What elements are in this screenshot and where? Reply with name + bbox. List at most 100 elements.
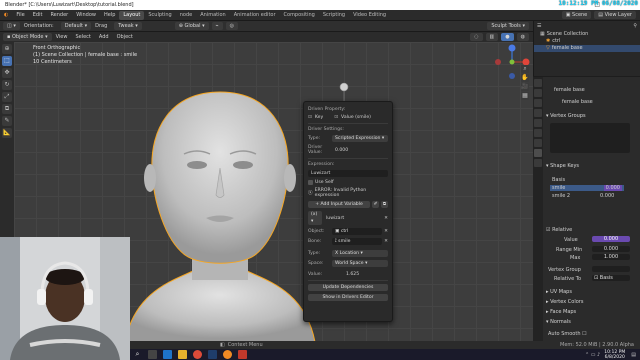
photoshop-icon[interactable] bbox=[208, 350, 217, 359]
tab-layout[interactable]: Layout bbox=[119, 11, 145, 20]
auto-smooth-checkbox[interactable]: Auto Smooth ☐ bbox=[548, 331, 587, 337]
tab-sculpting[interactable]: Sculpting bbox=[144, 11, 175, 20]
relative-checkbox[interactable]: ☑ Relative bbox=[546, 227, 572, 233]
expression-input[interactable]: Luwizart bbox=[308, 170, 388, 177]
snap-icon[interactable]: ⌁ bbox=[211, 22, 223, 30]
space-dropdown[interactable]: World Space ▾ bbox=[332, 260, 388, 267]
scene-tab-icon[interactable] bbox=[534, 109, 542, 117]
search-icon[interactable]: ⌕ bbox=[133, 350, 142, 359]
relative-to-field[interactable]: ⊡ Basis bbox=[592, 275, 630, 281]
scale-icon[interactable]: ⤢ bbox=[2, 92, 12, 102]
overlay-icon[interactable]: ◌ bbox=[470, 33, 483, 41]
menu-add[interactable]: Add bbox=[95, 32, 113, 43]
driver-type-dropdown[interactable]: Scripted Expression ▾ bbox=[332, 135, 388, 142]
shape-key-row-smile2[interactable]: smile 2 0.000 bbox=[552, 193, 614, 199]
remove-variable-icon[interactable]: ✕ bbox=[384, 216, 388, 221]
object-tab-icon[interactable] bbox=[534, 129, 542, 137]
shape-key-row-basis[interactable]: Basis bbox=[552, 177, 565, 183]
shape-key-row-smile[interactable]: smile 0.000 bbox=[550, 185, 624, 191]
gizmo-z-icon[interactable] bbox=[508, 44, 516, 52]
orientation-dropdown[interactable]: Default ▾ bbox=[60, 22, 92, 30]
properties-mesh-name[interactable]: female base bbox=[562, 99, 593, 105]
tab-node[interactable]: node bbox=[176, 11, 196, 20]
output-tab-icon[interactable] bbox=[534, 99, 542, 107]
zoom-icon[interactable]: ⌕ bbox=[521, 65, 529, 73]
face-maps-header[interactable]: ▸ Face Maps bbox=[546, 309, 576, 315]
add-input-variable-button[interactable]: + Add Input Variable bbox=[308, 201, 370, 208]
variable-name[interactable]: luwizart bbox=[322, 216, 384, 221]
mode-dropdown[interactable]: ▪ Object Mode ▾ bbox=[3, 33, 52, 41]
view-layer-selector[interactable]: ▤ View Layer bbox=[594, 11, 636, 19]
notifications-icon[interactable]: ▤ bbox=[631, 352, 636, 358]
blender-logo-icon[interactable]: ◐ bbox=[0, 10, 12, 21]
object-field[interactable]: ▣ ctrl bbox=[332, 228, 383, 235]
cursor-icon[interactable]: ⊕ bbox=[2, 44, 12, 54]
outliner-root[interactable]: Scene Collection bbox=[547, 31, 589, 38]
drag-dropdown[interactable]: Tweak ▾ bbox=[114, 22, 142, 30]
modifier-tab-icon[interactable] bbox=[534, 139, 542, 147]
filter-icon[interactable]: ⚲ bbox=[633, 23, 637, 29]
proportional-icon[interactable]: ◎ bbox=[225, 22, 238, 30]
outliner-editor-icon[interactable]: ☰ bbox=[537, 23, 541, 29]
editor-type-button[interactable]: ◫ ▾ bbox=[3, 22, 20, 30]
gizmo-y-icon[interactable] bbox=[509, 59, 515, 65]
copy-icon[interactable]: ⧉ bbox=[381, 201, 388, 208]
vertex-groups-list[interactable] bbox=[550, 123, 630, 153]
world-tab-icon[interactable] bbox=[534, 119, 542, 127]
update-dependencies-button[interactable]: Update Dependencies bbox=[308, 284, 388, 291]
transform-icon[interactable]: ⧉ bbox=[2, 104, 12, 114]
show-in-drivers-editor-button[interactable]: Show in Drivers Editor bbox=[308, 294, 388, 301]
vertex-groups-header[interactable]: ▾ Vertex Groups bbox=[546, 113, 586, 119]
menu-window[interactable]: Window bbox=[72, 10, 100, 21]
taskbar-clock[interactable]: 10:12 PM 6/8/2020 bbox=[604, 350, 625, 360]
menu-object[interactable]: Object bbox=[113, 32, 137, 43]
render-tab-icon[interactable] bbox=[534, 89, 542, 97]
xray-icon[interactable]: ▥ bbox=[485, 33, 499, 41]
menu-edit[interactable]: Edit bbox=[29, 10, 47, 21]
menu-view[interactable]: View bbox=[52, 32, 72, 43]
transform-type-dropdown[interactable]: X Location ▾ bbox=[332, 250, 388, 257]
move-icon[interactable]: ✥ bbox=[2, 68, 12, 78]
sculpt-tools-dropdown[interactable]: Sculpt Tools ▾ bbox=[487, 22, 529, 30]
max-field[interactable]: 1.000 bbox=[592, 254, 630, 260]
data-tab-icon[interactable] bbox=[534, 149, 542, 157]
rotate-icon[interactable]: ↻ bbox=[2, 80, 12, 90]
task-view-icon[interactable] bbox=[148, 350, 157, 359]
menu-select[interactable]: Select bbox=[71, 32, 94, 43]
shape-keys-header[interactable]: ▾ Shape Keys bbox=[546, 163, 579, 169]
range-min-field[interactable]: 0.000 bbox=[592, 246, 630, 252]
ctrl-bone-handle[interactable] bbox=[338, 82, 350, 102]
uv-maps-header[interactable]: ▸ UV Maps bbox=[546, 289, 572, 295]
tab-scripting[interactable]: Scripting bbox=[319, 11, 349, 20]
shading-solid-icon[interactable]: ● bbox=[501, 33, 514, 41]
transform-space-dropdown[interactable]: ⊕ Global ▾ bbox=[174, 22, 209, 30]
bone-field[interactable]: ⟟ smile bbox=[332, 238, 383, 245]
file-explorer-icon[interactable] bbox=[178, 350, 187, 359]
menu-help[interactable]: Help bbox=[100, 10, 119, 21]
gizmo-negx-icon[interactable] bbox=[495, 59, 501, 65]
tray-icons[interactable]: ⌃ ▭ ♪ bbox=[585, 352, 600, 358]
grid-icon[interactable]: ▦ bbox=[521, 92, 529, 100]
clear-object-icon[interactable]: ✕ bbox=[384, 229, 388, 234]
pan-icon[interactable]: ✋ bbox=[521, 74, 529, 82]
edge-icon[interactable] bbox=[163, 350, 172, 359]
variable-type-dropdown[interactable]: (x) ▾ bbox=[308, 211, 322, 225]
scene-selector[interactable]: ▣ Scene bbox=[561, 11, 592, 19]
menu-render[interactable]: Render bbox=[46, 10, 72, 21]
blender-taskbar-icon[interactable] bbox=[223, 350, 232, 359]
material-tab-icon[interactable] bbox=[534, 159, 542, 167]
vertex-colors-header[interactable]: ▸ Vertex Colors bbox=[546, 299, 583, 305]
shading-material-icon[interactable]: ◍ bbox=[516, 33, 529, 41]
eyedropper-icon[interactable]: ✐ bbox=[372, 201, 379, 208]
chrome-icon[interactable] bbox=[193, 350, 202, 359]
gizmo-negz-icon[interactable] bbox=[509, 73, 515, 79]
shape-value-field[interactable]: 0.000 bbox=[592, 236, 630, 242]
menu-file[interactable]: File bbox=[12, 10, 28, 21]
clear-bone-icon[interactable]: ✕ bbox=[384, 239, 388, 244]
vertex-group-field[interactable] bbox=[592, 266, 630, 272]
measure-icon[interactable]: 📐 bbox=[2, 128, 12, 138]
tab-animation[interactable]: Animation bbox=[196, 11, 230, 20]
tab-animation-editor[interactable]: Animation editor bbox=[230, 11, 280, 20]
camera-view-icon[interactable]: 🎥 bbox=[521, 83, 529, 91]
female-head-mesh[interactable] bbox=[120, 90, 320, 342]
